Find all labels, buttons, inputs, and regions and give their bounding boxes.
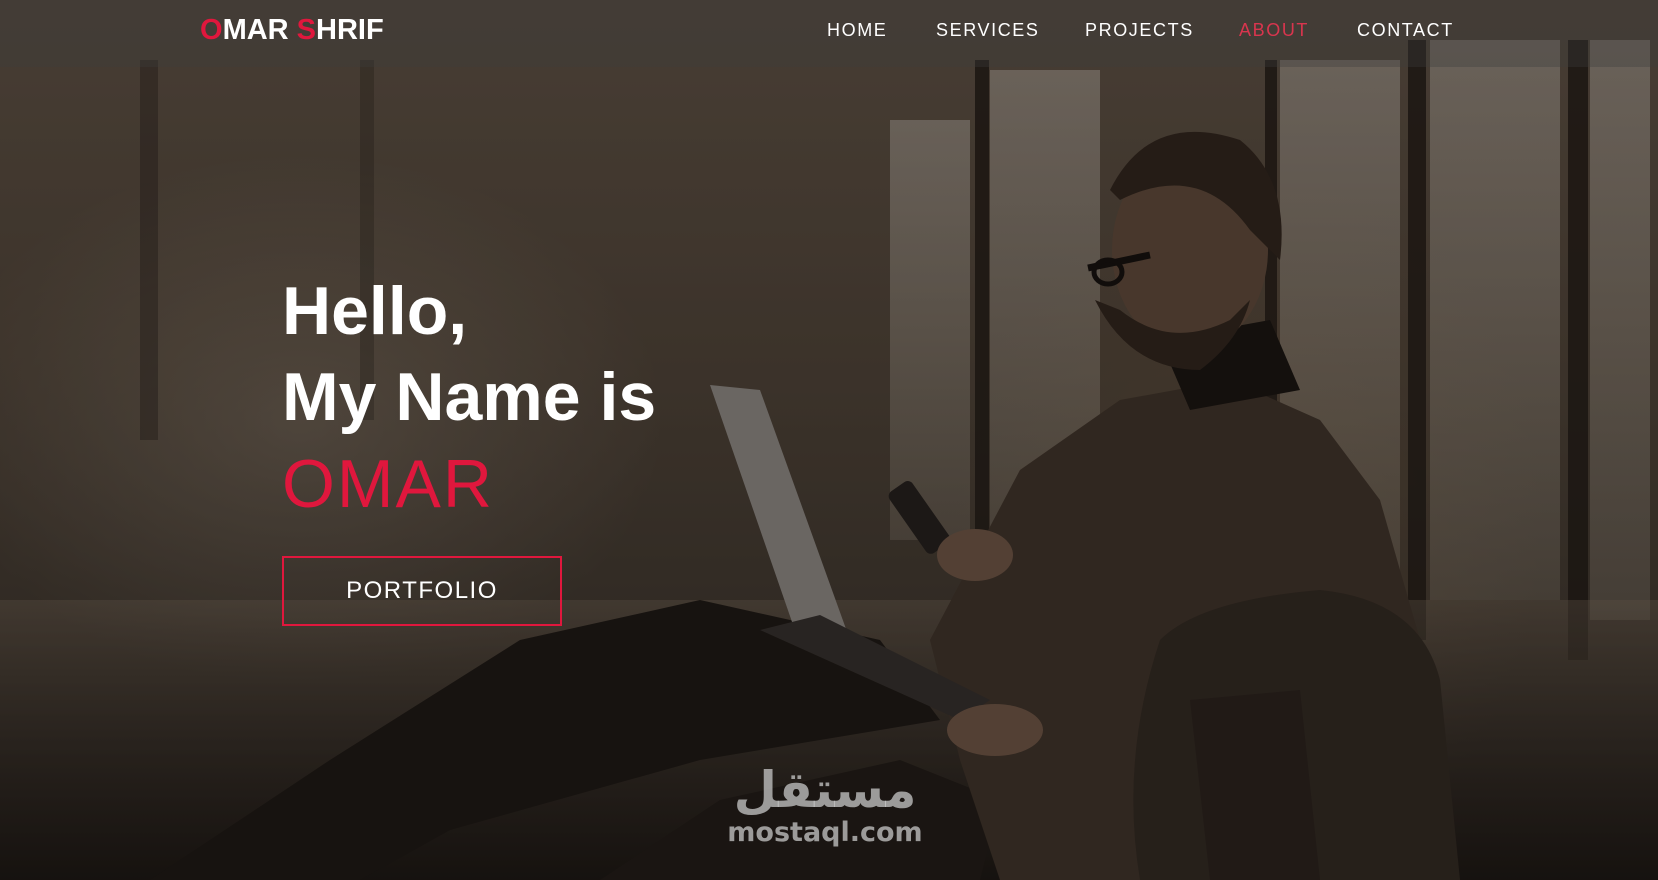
dark-overlay <box>0 0 1658 880</box>
hero-greeting-line2: My Name is <box>282 359 657 435</box>
nav-contact[interactable]: CONTACT <box>1357 20 1454 41</box>
logo-last-initial: S <box>296 14 317 46</box>
hero-name: OMAR <box>282 446 494 522</box>
portfolio-button[interactable]: PORTFOLIO <box>282 556 562 626</box>
hero-greeting-line1: Hello, <box>282 273 468 349</box>
watermark: مستقل mostaql.com <box>715 762 935 848</box>
hero-background <box>0 0 1658 880</box>
logo-first-initial: O <box>200 14 223 46</box>
watermark-arabic: مستقل <box>733 761 917 819</box>
nav-about[interactable]: ABOUT <box>1239 20 1309 41</box>
top-navbar: OMAR SHRIF HOME SERVICES PROJECTS ABOUT … <box>0 0 1658 67</box>
watermark-latin: mostaql.com <box>727 817 923 848</box>
site-logo[interactable]: OMAR SHRIF <box>200 14 384 47</box>
nav-services[interactable]: SERVICES <box>936 20 1040 41</box>
nav-home[interactable]: HOME <box>827 20 887 41</box>
logo-last-rest: HRIF <box>316 14 384 46</box>
nav-projects[interactable]: PROJECTS <box>1085 20 1194 41</box>
logo-first-rest: MAR <box>222 14 297 46</box>
